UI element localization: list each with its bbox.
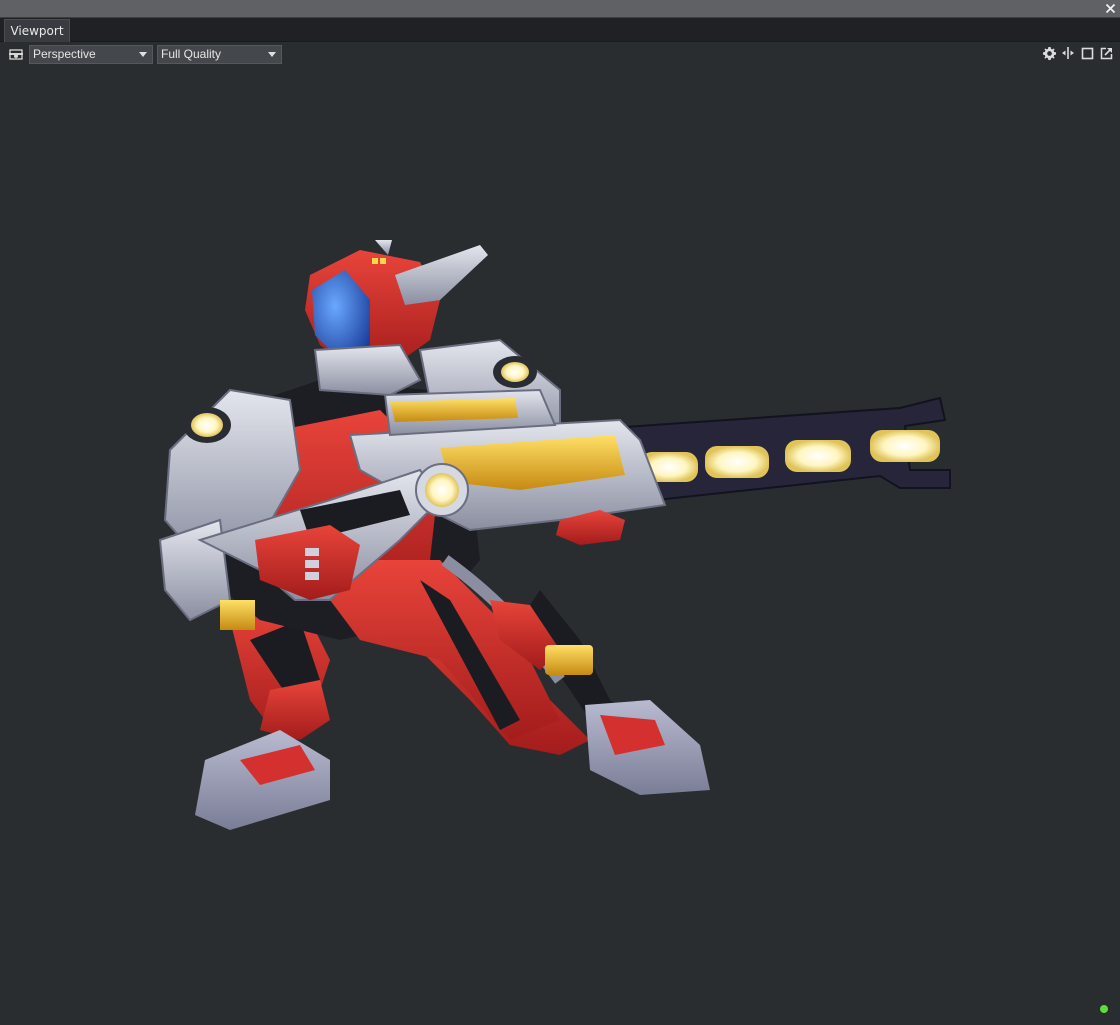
camera-mode-select[interactable]: Perspective xyxy=(29,45,153,64)
chevron-down-icon xyxy=(268,52,276,57)
character-render xyxy=(158,240,951,830)
maximize-icon xyxy=(1081,47,1093,59)
camera-mode-value: Perspective xyxy=(33,47,96,61)
quality-select[interactable]: Full Quality xyxy=(157,45,282,64)
split-view-button[interactable] xyxy=(1060,45,1076,61)
quality-value: Full Quality xyxy=(161,47,222,61)
settings-button[interactable] xyxy=(1041,45,1057,61)
camera-icon xyxy=(9,49,23,60)
popout-button[interactable] xyxy=(1098,45,1114,61)
gear-icon xyxy=(1042,46,1056,60)
camera-button[interactable] xyxy=(8,48,24,62)
split-view-icon xyxy=(1062,47,1074,59)
chevron-down-icon xyxy=(139,52,147,57)
popout-icon xyxy=(1100,47,1112,59)
maximize-button[interactable] xyxy=(1079,45,1095,61)
status-indicator xyxy=(1100,1005,1108,1013)
